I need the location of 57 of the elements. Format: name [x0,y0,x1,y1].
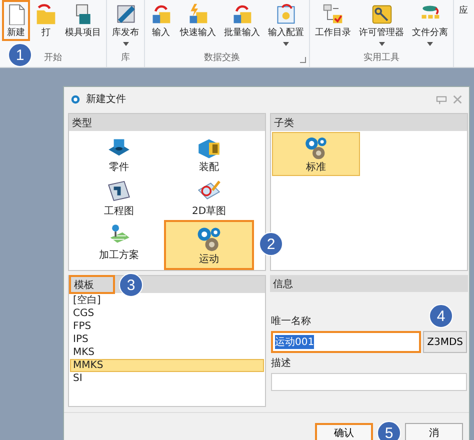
folder-tree-icon [322,3,344,25]
template-item[interactable]: [空白] [70,294,264,307]
name-field[interactable]: 运动001 [271,331,422,353]
ribbon-button[interactable]: 库发布 [109,0,142,50]
window-title: 新建文件 [86,92,127,106]
type-item[interactable]: 运动 [164,220,254,270]
ribbon-button[interactable]: 工作目录 [312,0,354,41]
panel-header: 模板 [69,275,115,294]
ribbon-button[interactable]: 批量输入 [221,0,263,41]
folder-icon [35,3,57,25]
template-item[interactable]: IPS [70,333,264,346]
template-item[interactable]: MMKS [70,359,264,372]
panel-header: 子类 [271,114,467,131]
type-item[interactable]: 加工方案 [74,220,164,264]
template-item[interactable]: SI [70,372,264,385]
key-icon [370,3,392,25]
number-badge: 4 [429,304,453,328]
ribbon-button[interactable]: 模具项目 [62,0,104,41]
template-item[interactable]: FPS [70,320,264,333]
import-icon [150,3,172,25]
app-icon [70,94,81,104]
description-field[interactable] [271,373,467,391]
type-item[interactable]: 零件 [74,132,164,176]
type-item[interactable]: 2D草图 [164,176,254,220]
import-icon [231,3,253,25]
ribbon-button[interactable]: 新建 [2,0,30,41]
number-badge: 2 [259,232,283,256]
type-item[interactable]: 工程图 [74,176,164,220]
z3-button[interactable]: Z3MDS [423,331,467,353]
template-item[interactable]: MKS [70,346,264,359]
number-badge: 5 [377,421,401,440]
quick-import-icon [187,3,209,25]
number-badge: 3 [119,273,143,297]
field-label: 唯一名称 [271,314,311,328]
dialog-button[interactable]: 确认 [315,423,373,440]
group-label: 数据交换 [204,52,240,65]
dialog-button[interactable]: 消 [405,423,463,440]
pin-icon[interactable] [436,94,447,104]
ribbon-button[interactable]: 快速输入 [177,0,219,41]
type-item[interactable]: 装配 [164,132,254,176]
group-label: 实用工具 [364,52,400,65]
ribbon-button[interactable]: 应 [456,0,471,19]
close-icon[interactable] [452,94,463,104]
group-label: 库 [121,52,130,65]
ribbon-button[interactable]: 许可管理器 [356,0,407,50]
ribbon-button[interactable]: 打 [32,0,60,41]
panel-header: 类型 [69,114,265,131]
group-label: 开始 [44,52,62,65]
ribbon-button[interactable]: 文件分离 [409,0,451,50]
ribbon-button[interactable]: 输入 [147,0,175,41]
ribbon-button[interactable]: 输入配置 [265,0,307,50]
subtype-item[interactable]: 标准 [272,132,360,176]
field-label: 描述 [271,356,292,370]
number-badge: 1 [8,43,32,67]
template-item[interactable]: CGS [70,307,264,320]
launcher-icon[interactable] [300,57,306,63]
panel-header: 信息 [270,275,468,292]
